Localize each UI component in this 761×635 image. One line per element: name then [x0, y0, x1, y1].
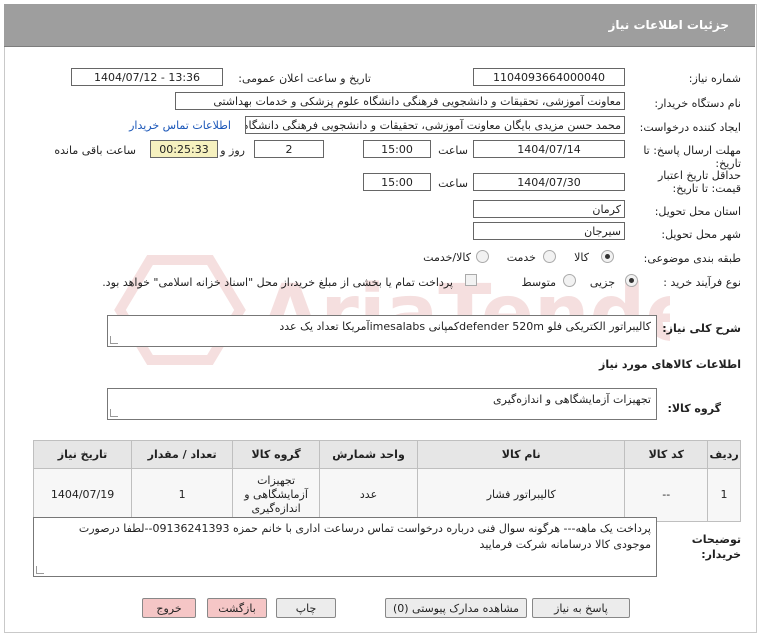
- buyer-notes-text: پرداخت یک ماهه--- هرگونه سوال فنی درباره…: [78, 522, 651, 551]
- process-option-medium: متوسط: [521, 276, 556, 289]
- category-label: طبقه بندی موضوعی:: [643, 252, 741, 265]
- page-header: جزئیات اطلاعات نیاز: [4, 4, 755, 47]
- process-option-minor: جزیی: [589, 276, 615, 289]
- treasury-payment-note: پرداخت تمام یا بخشی از مبلغ خرید،از محل …: [102, 276, 453, 289]
- cell-row: 1: [707, 468, 741, 522]
- city-label: شهر محل تحویل:: [661, 228, 741, 241]
- requester-field: محمد حسن مزیدی بایگان معاونت آموزشی، تحق…: [245, 116, 625, 134]
- cell-date: 1404/07/19: [32, 468, 133, 522]
- category-option-goods: کالا: [574, 251, 589, 264]
- process-radio-minor[interactable]: [625, 274, 638, 287]
- cell-group: تجهیزات آزمایشگاهی و اندازه‌گیری: [232, 468, 320, 522]
- print-button[interactable]: چاپ: [276, 598, 336, 618]
- category-option-service: خدمت: [506, 251, 536, 264]
- treasury-payment-checkbox[interactable]: [465, 274, 477, 286]
- buyer-org-field: معاونت آموزشی، تحقیقات و دانشجویی فرهنگی…: [175, 92, 625, 110]
- goods-group-text: تجهیزات آزمایشگاهی و اندازه‌گیری: [493, 393, 651, 406]
- buyer-org-label: نام دستگاه خریدار:: [654, 97, 741, 110]
- resize-handle[interactable]: [110, 336, 118, 344]
- cell-code: --: [624, 468, 709, 522]
- send-deadline-label: مهلت ارسال پاسخ: تا: [643, 144, 741, 157]
- attachments-button[interactable]: مشاهده مدارک پیوستی (0): [385, 598, 527, 618]
- city-field: سیرجان: [473, 222, 625, 240]
- goods-group-field: تجهیزات آزمایشگاهی و اندازه‌گیری: [107, 388, 657, 420]
- remaining-time-label: ساعت باقی مانده: [54, 144, 136, 157]
- remaining-time-field: 00:25:33: [150, 140, 218, 158]
- table-header-row: ردیف کد کالا نام کالا واحد شمارش گروه کا…: [32, 440, 741, 469]
- validity-time-field: 15:00: [363, 173, 431, 191]
- process-label: نوع فرآیند خرید :: [663, 276, 741, 289]
- validity-time-label: ساعت: [438, 177, 468, 190]
- goods-group-label: گروه کالا:: [667, 402, 721, 415]
- requester-label: ایجاد کننده درخواست:: [639, 121, 741, 134]
- need-number-field: 1104093664000040: [473, 68, 625, 86]
- buyer-notes-field: پرداخت یک ماهه--- هرگونه سوال فنی درباره…: [33, 517, 657, 577]
- announce-label: تاریخ و ساعت اعلان عمومی:: [238, 72, 371, 85]
- category-radio-service[interactable]: [543, 250, 556, 263]
- process-radio-medium[interactable]: [563, 274, 576, 287]
- col-unit: واحد شمارش: [318, 440, 419, 469]
- need-description-field: کالیبراتور الکتریکی فلو defender 520mکمپ…: [107, 315, 657, 347]
- validity-date-field: 1404/07/30: [473, 173, 625, 191]
- exit-button[interactable]: خروج: [142, 598, 196, 618]
- cell-qty: 1: [131, 468, 234, 522]
- col-date: تاریخ نیاز: [32, 440, 133, 469]
- cell-unit: عدد: [318, 468, 419, 522]
- table-row: 1 -- کالیبراتور فشار عدد تجهیزات آزمایشگ…: [32, 468, 741, 522]
- page-title: جزئیات اطلاعات نیاز: [608, 18, 729, 32]
- send-time-label: ساعت: [438, 144, 468, 157]
- days-field: 2: [254, 140, 324, 158]
- goods-info-title: اطلاعات کالاهای مورد نیاز: [599, 358, 741, 371]
- buyer-notes-label: توضیحات: [691, 533, 741, 546]
- resize-handle[interactable]: [110, 409, 118, 417]
- buyer-contact-link[interactable]: اطلاعات تماس خریدار: [129, 119, 231, 132]
- items-table: ردیف کد کالا نام کالا واحد شمارش گروه کا…: [32, 440, 741, 522]
- price-validity-label: حداقل تاریخ اعتبار: [657, 169, 741, 182]
- reply-button[interactable]: پاسخ به نیاز: [532, 598, 630, 618]
- province-field: کرمان: [473, 200, 625, 218]
- need-description-label: شرح کلی نیاز:: [662, 322, 741, 335]
- send-time-field: 15:00: [363, 140, 431, 158]
- days-label: روز و: [220, 144, 245, 157]
- col-row: ردیف: [707, 440, 741, 469]
- col-code: کد کالا: [624, 440, 709, 469]
- send-date-field: 1404/07/14: [473, 140, 625, 158]
- buyer-notes-label-2: خریدار:: [701, 548, 741, 561]
- col-name: نام کالا: [417, 440, 626, 469]
- col-qty: تعداد / مقدار: [131, 440, 234, 469]
- col-group: گروه کالا: [232, 440, 320, 469]
- province-label: استان محل تحویل:: [654, 205, 741, 218]
- back-button[interactable]: بازگشت: [207, 598, 267, 618]
- category-radio-goods-service[interactable]: [476, 250, 489, 263]
- resize-handle[interactable]: [36, 566, 44, 574]
- need-number-label: شماره نیاز:: [688, 72, 741, 85]
- category-option-goods-service: کالا/خدمت: [423, 251, 471, 264]
- announce-datetime-field: 1404/07/12 - 13:36: [71, 68, 223, 86]
- price-validity-label-date: قیمت: تا تاریخ:: [672, 182, 741, 195]
- need-description-text: کالیبراتور الکتریکی فلو defender 520mکمپ…: [279, 320, 651, 333]
- cell-name: کالیبراتور فشار: [417, 468, 626, 522]
- category-radio-goods[interactable]: [601, 250, 614, 263]
